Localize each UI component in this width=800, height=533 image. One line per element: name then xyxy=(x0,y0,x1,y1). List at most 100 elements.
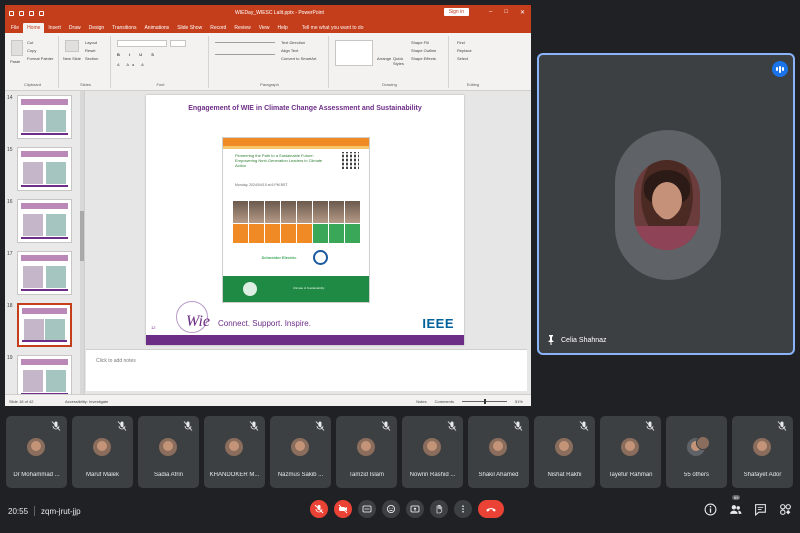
layout-button[interactable]: Layout xyxy=(85,40,97,45)
participant-tile[interactable]: Maruf Malek xyxy=(72,416,133,488)
emoji-reaction-button[interactable] xyxy=(382,500,400,518)
mic-off-icon xyxy=(249,421,259,431)
embedded-event-poster: Pioneering the Path to a Sustainable Fut… xyxy=(222,137,370,303)
shape-effects-button[interactable]: Shape Effects xyxy=(411,56,436,61)
replace-button[interactable]: Replace xyxy=(457,48,472,53)
select-button[interactable]: Select xyxy=(457,56,468,61)
tab-record[interactable]: Record xyxy=(206,23,230,33)
captions-button[interactable] xyxy=(358,500,376,518)
reset-button[interactable]: Reset xyxy=(85,48,95,53)
participant-tile[interactable]: Nazmus Sakib ... xyxy=(270,416,331,488)
captions-icon xyxy=(362,505,372,513)
tab-home[interactable]: Home xyxy=(23,23,45,33)
participant-tile[interactable]: KHANDOKER M... xyxy=(204,416,265,488)
new-slide-icon[interactable] xyxy=(65,40,79,52)
pin-icon[interactable] xyxy=(547,335,555,345)
copy-button[interactable]: Copy xyxy=(27,48,36,53)
current-slide[interactable]: Engagement of WIE in Climate Change Asse… xyxy=(146,95,464,345)
slide-thumbnail[interactable] xyxy=(17,147,72,191)
tab-help[interactable]: Help xyxy=(273,23,291,33)
paste-button[interactable]: Paste xyxy=(10,59,20,64)
find-button[interactable]: Find xyxy=(457,40,465,45)
others-participants-tile[interactable]: 55 others xyxy=(666,416,727,488)
participant-tile[interactable]: Sadia Afrin xyxy=(138,416,199,488)
font-color-buttons[interactable]: A Aa A xyxy=(117,62,147,67)
notes-toggle[interactable]: Notes xyxy=(416,399,426,404)
more-options-button[interactable] xyxy=(454,500,472,518)
participant-tile[interactable]: Tamzid Islam xyxy=(336,416,397,488)
tab-insert[interactable]: Insert xyxy=(44,23,65,33)
leave-call-button[interactable] xyxy=(478,500,504,518)
close-icon[interactable]: ✕ xyxy=(520,9,525,16)
meeting-code[interactable]: zqm-jrut-jjp xyxy=(41,507,81,516)
notes-pane[interactable]: Click to add notes xyxy=(86,349,527,391)
save-icon[interactable] xyxy=(9,10,14,16)
raise-hand-button[interactable] xyxy=(430,500,448,518)
font-name-select[interactable] xyxy=(117,40,167,47)
participant-tile[interactable]: Nowrin Rashid ... xyxy=(402,416,463,488)
paste-icon[interactable] xyxy=(11,40,23,56)
tab-design[interactable]: Design xyxy=(85,23,109,33)
meeting-control-bar: 20:55 zqm-jrut-jjp 69 xyxy=(0,494,800,533)
present-screen-button[interactable] xyxy=(406,500,424,518)
mic-off-icon xyxy=(381,421,391,431)
zoom-slider[interactable] xyxy=(461,399,507,404)
tab-slide-show[interactable]: Slide Show xyxy=(173,23,206,33)
slide-thumbnail[interactable] xyxy=(17,199,72,243)
tab-transitions[interactable]: Transitions xyxy=(108,23,140,33)
zoom-level[interactable]: 51% xyxy=(515,399,523,404)
microphone-toggle-button[interactable] xyxy=(310,500,328,518)
font-size-select[interactable] xyxy=(170,40,186,47)
align-text-button[interactable]: Align Text xyxy=(281,48,298,53)
participant-tile[interactable]: Shakil Ahamed xyxy=(468,416,529,488)
tab-view[interactable]: View xyxy=(255,23,274,33)
participant-tile[interactable]: Nishat Rakhi xyxy=(534,416,595,488)
section-button[interactable]: Section xyxy=(85,56,98,61)
participant-tile[interactable]: Tayefur Rahman xyxy=(600,416,661,488)
chat-button[interactable] xyxy=(754,503,767,517)
quick-styles-button[interactable]: Quick Styles xyxy=(393,56,407,66)
thumbnails-scrollbar[interactable] xyxy=(80,91,84,394)
meeting-details-button[interactable] xyxy=(704,503,717,516)
slide-thumbnail[interactable] xyxy=(17,251,72,295)
pinned-participant-tile[interactable]: Celia Shahnaz xyxy=(537,53,795,355)
slide-thumbnail[interactable] xyxy=(17,95,72,139)
camera-toggle-button[interactable] xyxy=(334,500,352,518)
arrange-button[interactable]: Arrange xyxy=(377,56,391,61)
new-slide-button[interactable]: New Slide xyxy=(63,56,83,61)
tell-me-search[interactable]: Tell me what you want to do xyxy=(298,23,368,33)
cut-button[interactable]: Cut xyxy=(27,40,33,45)
minimize-icon[interactable]: – xyxy=(489,9,492,16)
participant-tile[interactable]: Dr Mohammad ... xyxy=(6,416,67,488)
notes-placeholder: Click to add notes xyxy=(96,358,136,364)
accessibility-status[interactable]: Accessibility: Investigate xyxy=(65,399,108,404)
poster-date: Monday, 2024/04/15 at 6 PM BST xyxy=(235,183,288,187)
activities-button[interactable] xyxy=(779,503,792,516)
participant-tile[interactable]: Shafayet Ador xyxy=(732,416,793,488)
convert-smartart-button[interactable]: Convert to SmartArt xyxy=(281,56,316,61)
present-icon[interactable] xyxy=(39,10,44,16)
avatar xyxy=(423,438,441,456)
font-style-buttons[interactable]: B I U S xyxy=(117,52,158,57)
slide-thumbnail-selected[interactable] xyxy=(17,303,72,347)
slide-thumbnail[interactable] xyxy=(17,355,72,394)
avatar xyxy=(159,438,177,456)
shapes-gallery[interactable] xyxy=(335,40,373,66)
shape-fill-button[interactable]: Shape Fill xyxy=(411,40,429,45)
tab-draw[interactable]: Draw xyxy=(65,23,85,33)
shape-outline-button[interactable]: Shape Outline xyxy=(411,48,436,53)
participant-name: Sadia Afrin xyxy=(153,472,184,478)
avatar xyxy=(225,438,243,456)
text-direction-button[interactable]: Text Direction xyxy=(281,40,305,45)
maximize-icon[interactable]: □ xyxy=(504,9,508,16)
redo-icon[interactable] xyxy=(29,10,34,16)
people-button[interactable]: 69 xyxy=(729,495,742,516)
comments-toggle[interactable]: Comments xyxy=(435,399,454,404)
tab-file[interactable]: File xyxy=(7,23,23,33)
undo-icon[interactable] xyxy=(19,10,24,16)
sign-in-button[interactable]: Sign in xyxy=(443,8,469,16)
hand-icon xyxy=(436,504,443,514)
tab-review[interactable]: Review xyxy=(230,23,254,33)
format-painter-button[interactable]: Format Painter xyxy=(27,56,53,61)
tab-animations[interactable]: Animations xyxy=(140,23,173,33)
